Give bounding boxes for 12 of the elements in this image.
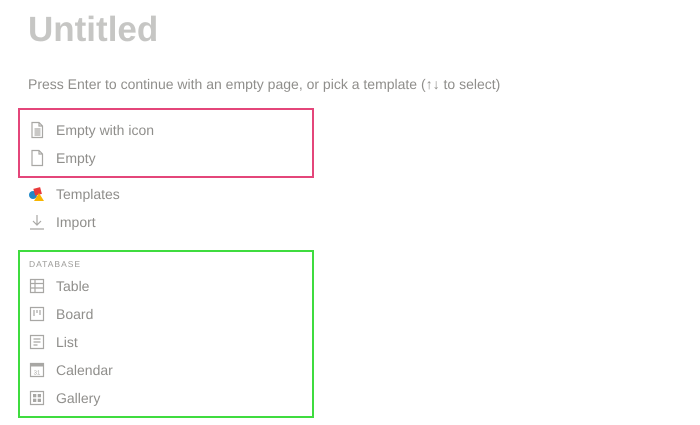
page-title[interactable]: Untitled: [28, 8, 158, 52]
menu-item[interactable]: Empty: [56, 150, 96, 166]
menu-item[interactable]: Table: [56, 278, 90, 294]
menu-item[interactable]: Empty with icon: [56, 122, 154, 138]
menu-item[interactable]: Calendar: [56, 362, 113, 378]
menu-item[interactable]: Import: [56, 214, 96, 230]
menu-item[interactable]: List: [56, 334, 78, 350]
menu-item[interactable]: Gallery: [56, 390, 100, 406]
hint-text: Press Enter to continue with an empty page, or pick a template (↑↓ to select): [28, 75, 500, 94]
section-heading: DATABASE: [29, 258, 82, 270]
menu-item[interactable]: Board: [56, 306, 94, 322]
menu-item[interactable]: Templates: [56, 186, 120, 202]
